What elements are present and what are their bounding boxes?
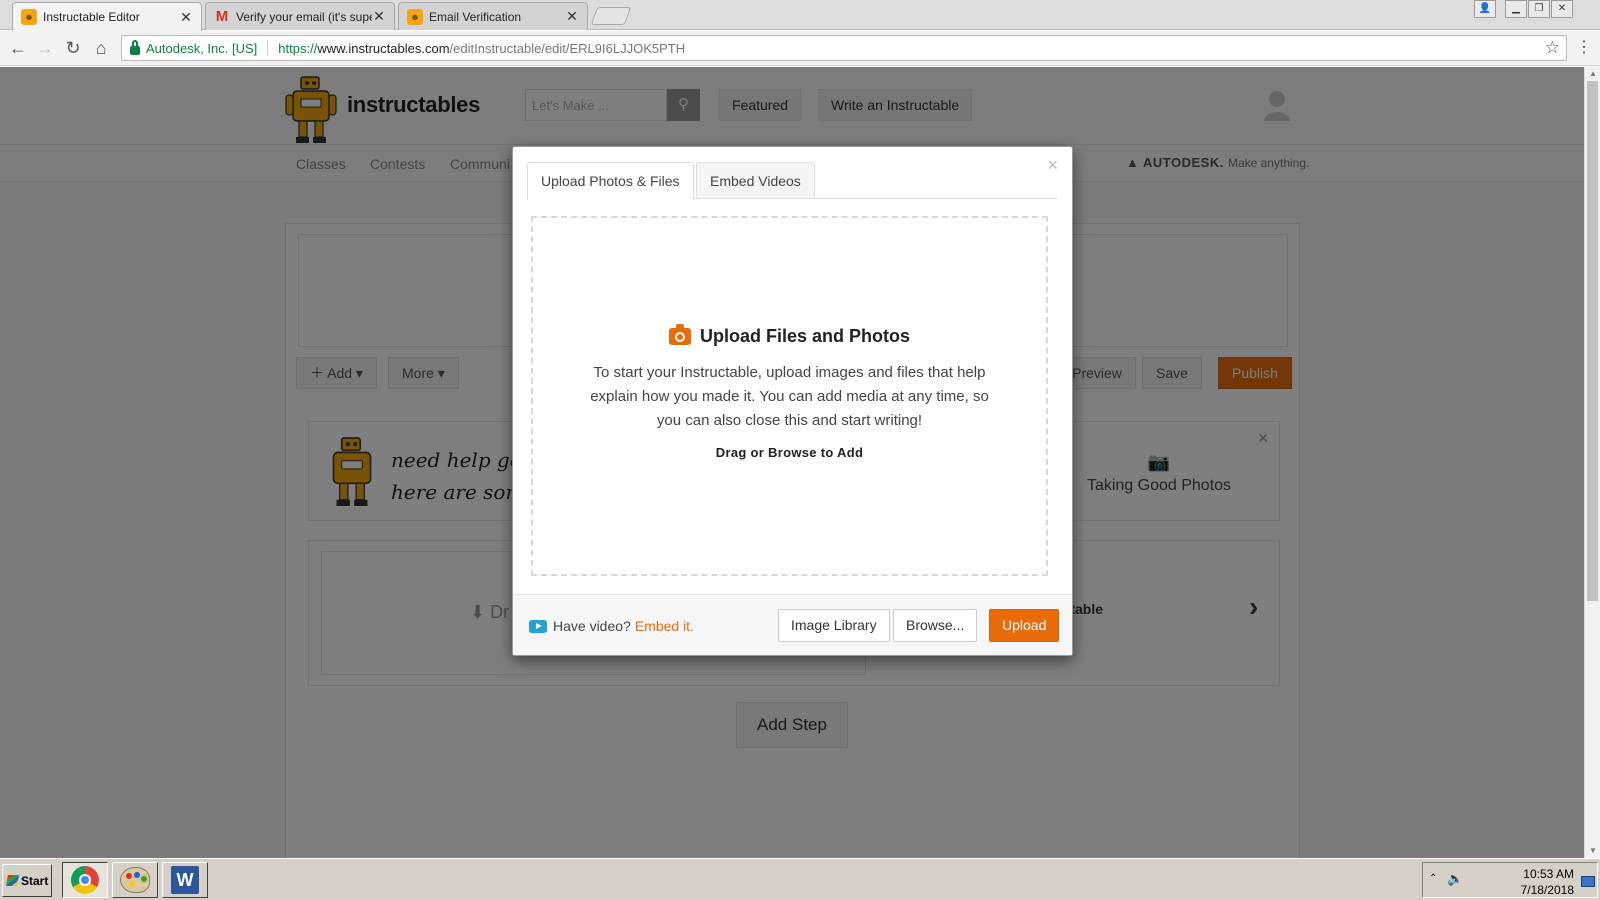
speaker-icon[interactable]: 🔈 (1447, 871, 1463, 887)
browser-tab-gmail[interactable]: M Verify your email (it's super ✕ (205, 2, 395, 30)
address-bar[interactable]: Autodesk, Inc. [US] https://www.instruct… (121, 35, 1567, 61)
bookmark-star-icon[interactable]: ☆ (1545, 38, 1560, 58)
forward-arrow-icon[interactable]: → (33, 37, 57, 61)
user-profile-icon[interactable]: 👤 (1474, 0, 1496, 18)
taskbar-paint[interactable] (112, 862, 158, 898)
dropzone-heading: Upload Files and Photos (533, 324, 1046, 347)
divider (267, 40, 269, 56)
restore-icon[interactable]: ❐ (1528, 0, 1550, 18)
taskbar: Start W ⌃ 🔈 10:53 AM 7/18/2018 (0, 858, 1600, 900)
browser-tab-email-verification[interactable]: ☻ Email Verification ✕ (398, 2, 588, 30)
clock-date: 7/18/2018 (1520, 883, 1574, 897)
tab-title: Instructable Editor (43, 10, 140, 24)
system-tray: ⌃ 🔈 10:53 AM 7/18/2018 (1422, 862, 1598, 898)
clock-time: 10:53 AM (1523, 867, 1574, 881)
browser-toolbar: ← → ↻ ⌂ Autodesk, Inc. [US] https://www.… (0, 31, 1600, 66)
dropzone-description: To start your Instructable, upload image… (590, 364, 989, 429)
gmail-icon: M (215, 8, 229, 25)
page-scrollbar[interactable]: ▲ ▼ (1584, 67, 1600, 858)
new-tab-button[interactable] (590, 7, 632, 25)
paint-icon (120, 867, 150, 893)
tab-upload-photos-files[interactable]: Upload Photos & Files (527, 162, 694, 200)
minimize-icon[interactable]: ▁ (1505, 0, 1527, 18)
page-viewport: instructables Let's Make ... ⚲ Featured … (0, 67, 1584, 858)
close-icon[interactable]: ✕ (179, 9, 193, 26)
start-label: Start (21, 873, 49, 888)
url-host: www.instructables.com (317, 40, 450, 56)
file-dropzone[interactable]: Upload Files and Photos To start your In… (531, 216, 1048, 576)
camera-icon (668, 324, 691, 345)
drag-browse-label: Drag or Browse to Add (715, 445, 864, 460)
close-icon[interactable]: ✕ (372, 8, 386, 25)
modal-tabs: Upload Photos & Files Embed Videos (527, 162, 1057, 200)
word-icon: W (171, 866, 199, 894)
video-icon (529, 619, 547, 633)
close-icon[interactable]: ✕ (565, 8, 579, 25)
upload-button[interactable]: Upload (989, 609, 1060, 642)
clock[interactable]: 10:53 AM 7/18/2018 (1518, 866, 1574, 898)
browser-menu-icon[interactable]: ⋮ (1576, 37, 1592, 59)
back-arrow-icon[interactable]: ← (6, 37, 30, 61)
site-identity[interactable]: Autodesk, Inc. [US] (146, 41, 257, 56)
instructables-robot-icon: ☻ (21, 9, 37, 25)
upload-modal: × Upload Photos & Files Embed Videos Upl… (512, 146, 1073, 656)
taskbar-chrome[interactable] (62, 862, 108, 898)
url-path: /editInstructable/edit/ERL9I6LJJOK5PTH (449, 40, 686, 56)
scrollbar-thumb[interactable] (1587, 81, 1598, 601)
modal-footer: Have video? Embed it. Image Library Brow… (513, 594, 1072, 655)
tab-embed-videos[interactable]: Embed Videos (696, 162, 815, 199)
windows-flag-icon (6, 875, 19, 886)
lock-icon (130, 39, 140, 55)
video-note: Have video? Embed it. (529, 618, 694, 634)
dropzone-heading-text: Upload Files and Photos (699, 326, 910, 346)
reload-icon[interactable]: ↻ (61, 37, 85, 61)
window-close-icon[interactable]: ✕ (1551, 0, 1573, 18)
instructables-robot-icon: ☻ (407, 8, 423, 25)
home-icon[interactable]: ⌂ (89, 37, 113, 61)
taskbar-word[interactable]: W (162, 862, 208, 898)
tray-expand-icon[interactable]: ⌃ (1429, 873, 1437, 884)
browse-button[interactable]: Browse... (893, 609, 978, 642)
browser-tabstrip: ☻ Instructable Editor ✕ M Verify your em… (0, 0, 1600, 31)
tab-title: Email Verification (429, 9, 522, 24)
scroll-down-icon[interactable]: ▼ (1585, 844, 1600, 858)
browser-tab-instructable-editor[interactable]: ☻ Instructable Editor ✕ (12, 2, 202, 31)
start-button[interactable]: Start (2, 864, 52, 897)
image-library-button[interactable]: Image Library (778, 609, 890, 642)
url-scheme: https:// (278, 40, 318, 56)
video-note-text: Have video? (553, 618, 631, 634)
tab-title: Verify your email (it's super (236, 9, 372, 24)
show-desktop-icon[interactable] (1581, 876, 1595, 887)
chrome-icon (71, 866, 99, 894)
scroll-up-icon[interactable]: ▲ (1585, 67, 1600, 81)
embed-it-link[interactable]: Embed it. (635, 618, 694, 634)
